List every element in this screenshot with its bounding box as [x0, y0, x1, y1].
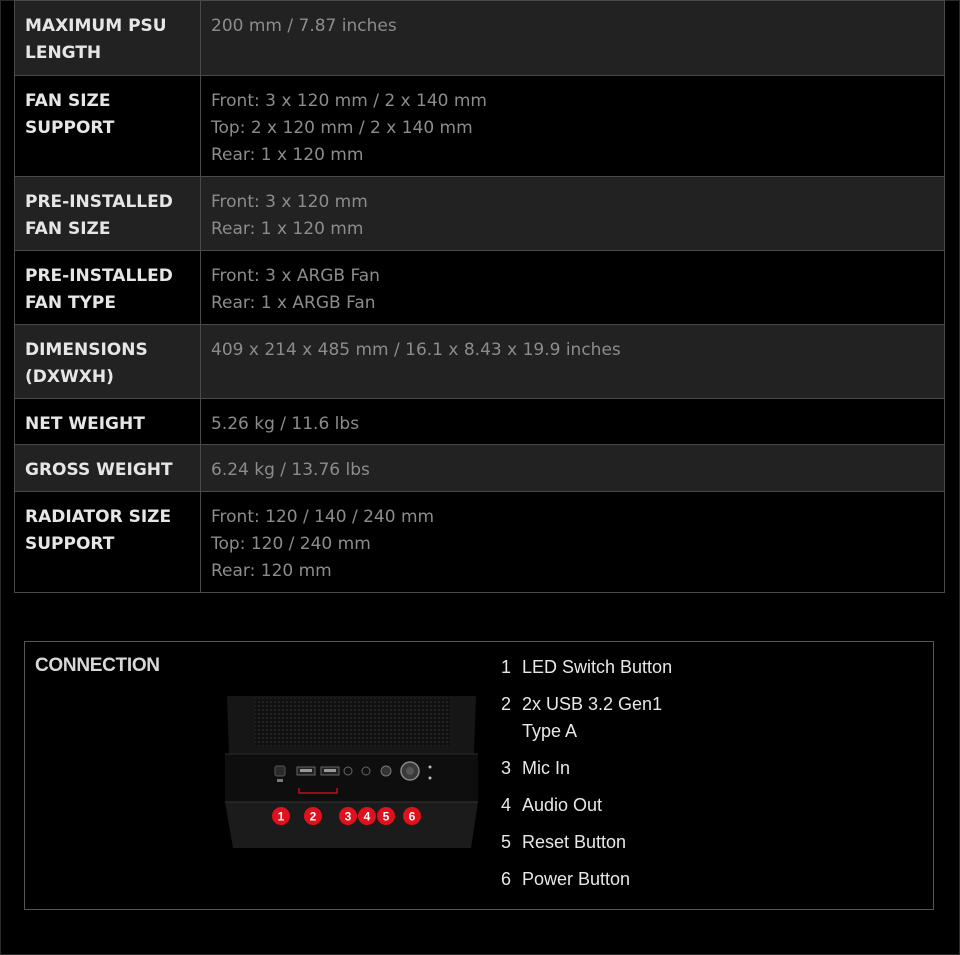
legend-item: 1 LED Switch Button: [501, 654, 672, 681]
legend-text-line: Audio Out: [522, 795, 603, 815]
spec-value-line: Rear: 1 x 120 mm: [211, 219, 364, 239]
marker-label: 1: [278, 810, 285, 824]
spec-value-line: 6.24 kg / 13.76 lbs: [211, 460, 370, 480]
connection-legend: 1 LED Switch Button 2 2x USB 3.2 Gen1 Type A…: [501, 654, 672, 903]
connection-title: CONNECTION: [35, 655, 160, 676]
reset-port: [380, 765, 392, 777]
spec-row: NET WEIGHT 5.26 kg / 11.6 lbs: [14, 398, 945, 445]
spec-label: MAXIMUM PSU LENGTH: [14, 0, 201, 76]
connection-panel: CONNECTION 1 2 3 4 5 6 1 LED Switch Butt…: [24, 641, 934, 910]
legend-text-line: Reset Button: [522, 832, 627, 852]
spec-label-line: (DXWXH): [25, 367, 114, 387]
legend-text-line: 2x USB 3.2 Gen1: [522, 694, 663, 714]
spec-label-line: PRE-INSTALLED: [25, 266, 173, 286]
spec-value-line: Front: 3 x 120 mm / 2 x 140 mm: [211, 91, 487, 111]
power-knob: [400, 761, 420, 781]
case-io-image: 1 2 345 6: [225, 696, 478, 848]
marker-label: 5: [383, 810, 390, 824]
spec-label-line: SUPPORT: [25, 118, 115, 138]
spec-label-line: FAN SIZE: [25, 219, 111, 239]
marker-label: 2: [310, 810, 317, 824]
spec-value-line: Top: 120 / 240 mm: [211, 534, 371, 554]
legend-text-line: Type A: [522, 721, 578, 741]
spec-value: Front: 3 x 120 mm Rear: 1 x 120 mm: [200, 176, 945, 251]
spec-value-line: Front: 3 x 120 mm: [211, 192, 368, 212]
marker-5: 5: [377, 807, 395, 825]
spec-label-line: GROSS WEIGHT: [25, 460, 173, 480]
marker-3: 3: [339, 807, 357, 825]
spec-label-line: FAN SIZE: [25, 91, 111, 111]
spec-value: Front: 120 / 140 / 240 mm Top: 120 / 240 …: [200, 491, 945, 593]
legend-text: Audio Out: [522, 792, 602, 819]
spec-row: MAXIMUM PSU LENGTH 200 mm / 7.87 inches: [14, 0, 945, 76]
legend-number: 4: [501, 795, 512, 815]
spec-row: FAN SIZE SUPPORT Front: 3 x 120 mm / 2 x 1…: [14, 75, 945, 177]
spec-value-line: Rear: 120 mm: [211, 561, 332, 581]
spec-value: 409 x 214 x 485 mm / 16.1 x 8.43 x 19.9 …: [200, 324, 945, 399]
spec-value-line: Top: 2 x 120 mm / 2 x 140 mm: [211, 118, 473, 138]
spec-label: GROSS WEIGHT: [14, 444, 201, 492]
spec-label: PRE-INSTALLED FAN TYPE: [14, 250, 201, 325]
legend-number: 5: [501, 832, 512, 852]
spec-label-line: MAXIMUM PSU: [25, 16, 167, 36]
spec-label-line: NET WEIGHT: [25, 414, 145, 434]
marker-label: 6: [409, 810, 416, 824]
spec-value: 200 mm / 7.87 inches: [200, 0, 945, 76]
legend-text: Power Button: [522, 866, 630, 893]
spec-row: DIMENSIONS (DXWXH) 409 x 214 x 485 mm / 16…: [14, 324, 945, 399]
legend-text-line: Mic In: [522, 758, 571, 778]
spec-label-line: PRE-INSTALLED: [25, 192, 173, 212]
spec-row: PRE-INSTALLED FAN SIZE Front: 3 x 120 mm Re…: [14, 176, 945, 251]
spec-label: DIMENSIONS (DXWXH): [14, 324, 201, 399]
spec-value-line: 5.26 kg / 11.6 lbs: [211, 414, 360, 434]
legend-number: 2: [501, 694, 512, 714]
legend-item: 6 Power Button: [501, 866, 672, 893]
spec-value-line: 200 mm / 7.87 inches: [211, 16, 397, 36]
legend-text: LED Switch Button: [522, 654, 672, 681]
legend-item: 2 2x USB 3.2 Gen1 Type A: [501, 691, 672, 745]
spec-value: Front: 3 x ARGB Fan Rear: 1 x ARGB Fan: [200, 250, 945, 325]
legend-number: 3: [501, 758, 512, 778]
legend-text: 2x USB 3.2 Gen1 Type A: [522, 691, 662, 745]
spec-value: 5.26 kg / 11.6 lbs: [200, 398, 945, 445]
spec-value: 6.24 kg / 13.76 lbs: [200, 444, 945, 492]
spec-label: NET WEIGHT: [14, 398, 201, 445]
legend-text-line: Power Button: [522, 869, 631, 889]
spec-value-line: Rear: 1 x 120 mm: [211, 145, 364, 165]
spec-value-line: 409 x 214 x 485 mm / 16.1 x 8.43 x 19.9 …: [211, 340, 621, 360]
spec-table: MAXIMUM PSU LENGTH 200 mm / 7.87 inches FAN…: [14, 0, 945, 593]
spec-label-line: DIMENSIONS: [25, 340, 148, 360]
legend-number: 1: [501, 657, 512, 677]
spec-value-line: Rear: 1 x ARGB Fan: [211, 293, 376, 313]
legend-text: Mic In: [522, 755, 570, 782]
spec-label: FAN SIZE SUPPORT: [14, 75, 201, 177]
marker-4: 4: [358, 807, 376, 825]
spec-row: RADIATOR SIZE SUPPORT Front: 120 / 140 / 2…: [14, 491, 945, 593]
legend-text: Reset Button: [522, 829, 626, 856]
legend-number: 6: [501, 869, 512, 889]
spec-value-line: Front: 3 x ARGB Fan: [211, 266, 380, 286]
spec-label-line: LENGTH: [25, 43, 102, 63]
spec-value-line: Front: 120 / 140 / 240 mm: [211, 507, 435, 527]
legend-item: 5 Reset Button: [501, 829, 672, 856]
spec-label: RADIATOR SIZE SUPPORT: [14, 491, 201, 593]
spec-value: Front: 3 x 120 mm / 2 x 140 mm Top: 2 x 1…: [200, 75, 945, 177]
marker-label: 4: [364, 810, 371, 824]
spec-row: GROSS WEIGHT 6.24 kg / 13.76 lbs: [14, 444, 945, 492]
marker-2: 2: [304, 807, 322, 825]
legend-text-line: LED Switch Button: [522, 657, 673, 677]
legend-item: 3 Mic In: [501, 755, 672, 782]
spec-label-line: RADIATOR SIZE: [25, 507, 172, 527]
spec-label: PRE-INSTALLED FAN SIZE: [14, 176, 201, 251]
marker-1: 1: [272, 807, 290, 825]
spec-row: PRE-INSTALLED FAN TYPE Front: 3 x ARGB Fan…: [14, 250, 945, 325]
legend-item: 4 Audio Out: [501, 792, 672, 819]
spec-label-line: SUPPORT: [25, 534, 115, 554]
marker-label: 3: [345, 810, 352, 824]
marker-6: 6: [403, 807, 421, 825]
spec-label-line: FAN TYPE: [25, 293, 116, 313]
